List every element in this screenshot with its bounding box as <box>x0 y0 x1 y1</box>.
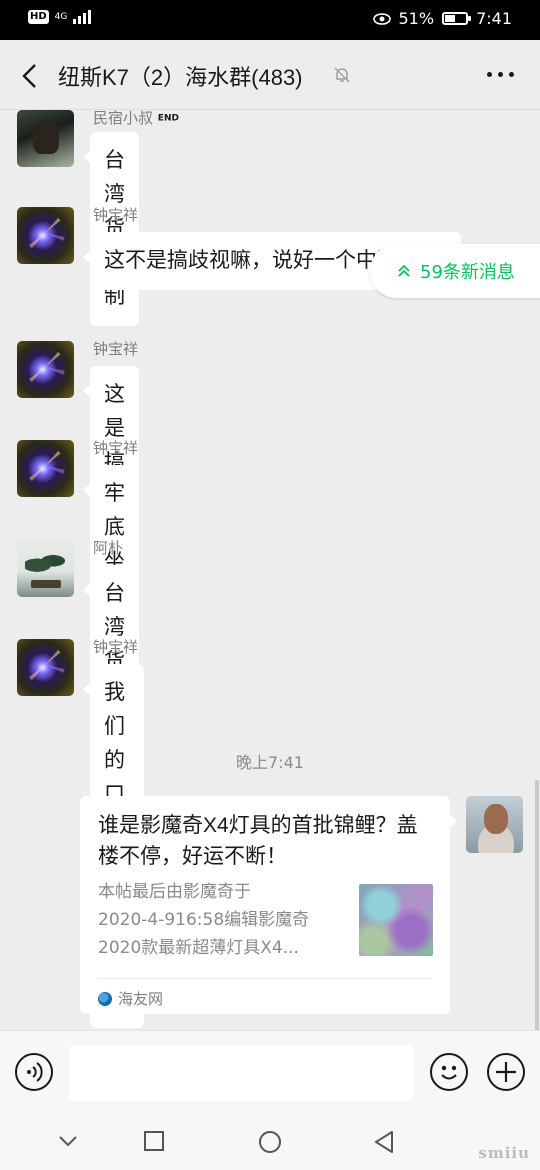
status-bar: HD 4G 51% 7:41 <box>0 0 540 40</box>
home-icon[interactable] <box>258 1130 282 1154</box>
sender-name: 钟宝祥 <box>93 638 139 656</box>
link-card-thumbnail <box>359 884 433 956</box>
sender-name: 钟宝祥 <box>93 439 139 457</box>
input-bar <box>0 1030 540 1114</box>
hd-badge: HD <box>28 10 49 24</box>
back-nav-icon[interactable] <box>372 1130 396 1154</box>
eye-comfort-icon <box>372 12 391 25</box>
divider <box>98 978 432 979</box>
system-nav-bar: smiiu <box>0 1114 540 1170</box>
link-card-source: 海友网 <box>98 988 163 1009</box>
battery-icon <box>442 12 472 25</box>
scrollbar[interactable] <box>535 780 539 1030</box>
link-card[interactable]: 谁是影魔奇X4灯具的首批锦鲤？盖楼不停，好运不断！ 本帖最后由影魔奇于 2020… <box>80 796 457 1014</box>
sender-name: 民宿小叔 END <box>93 110 179 127</box>
back-arrow-icon[interactable] <box>18 62 42 90</box>
smiley-icon <box>441 1065 457 1080</box>
message-bubble[interactable]: 台湾货抵制 <box>83 132 139 326</box>
avatar[interactable] <box>17 639 74 696</box>
avatar[interactable] <box>17 110 74 167</box>
desc-line: 2020-4-916:58编辑影魔奇 <box>98 910 310 930</box>
avatar[interactable] <box>17 440 74 497</box>
hide-keyboard-icon[interactable] <box>57 1130 79 1152</box>
mute-bell-icon <box>334 67 350 83</box>
watermark: smiiu <box>478 1144 530 1162</box>
emoji-button[interactable] <box>430 1053 468 1091</box>
sender-name: 钟宝祥 <box>93 206 139 224</box>
voice-input-button[interactable] <box>15 1053 53 1091</box>
more-functions-button[interactable] <box>487 1053 525 1091</box>
plus-icon <box>496 1062 516 1082</box>
my-avatar[interactable] <box>466 796 523 853</box>
desc-line: 本帖最后由影魔奇于 <box>98 882 251 902</box>
double-chevron-up-icon <box>398 264 410 277</box>
signal-icon <box>73 10 92 24</box>
avatar[interactable] <box>17 207 74 264</box>
chat-header: 纽斯K7（2）海水群(483) <box>0 40 540 110</box>
link-card-description: 本帖最后由影魔奇于 2020-4-916:58编辑影魔奇 2020款最新超薄灯具… <box>98 878 343 962</box>
chat-title: 纽斯K7（2）海水群(483) <box>58 65 303 90</box>
battery-fill <box>445 15 456 22</box>
clock: 7:41 <box>476 9 512 28</box>
network-type: 4G <box>54 11 68 22</box>
avatar[interactable] <box>17 540 74 597</box>
voice-icon <box>27 1062 43 1082</box>
sender-name: 阿朴 <box>93 539 124 557</box>
time-divider: 晚上7:41 <box>236 753 304 772</box>
battery-percent: 51% <box>398 9 435 28</box>
more-options-icon[interactable] <box>487 72 514 77</box>
sender-name: 钟宝祥 <box>93 340 139 358</box>
source-name: 海友网 <box>118 990 164 1008</box>
message-input[interactable] <box>69 1045 414 1101</box>
avatar[interactable] <box>17 341 74 398</box>
end-tag: END <box>157 113 179 124</box>
new-messages-button[interactable]: 59条新消息 <box>370 244 540 298</box>
recent-apps-icon[interactable] <box>143 1130 165 1152</box>
source-site-icon <box>98 991 112 1006</box>
desc-line: 2020款最新超薄灯具X4... <box>98 938 299 958</box>
new-messages-label: 59条新消息 <box>420 262 515 283</box>
link-card-title: 谁是影魔奇X4灯具的首批锦鲤？盖楼不停，好运不断！ <box>98 814 418 868</box>
